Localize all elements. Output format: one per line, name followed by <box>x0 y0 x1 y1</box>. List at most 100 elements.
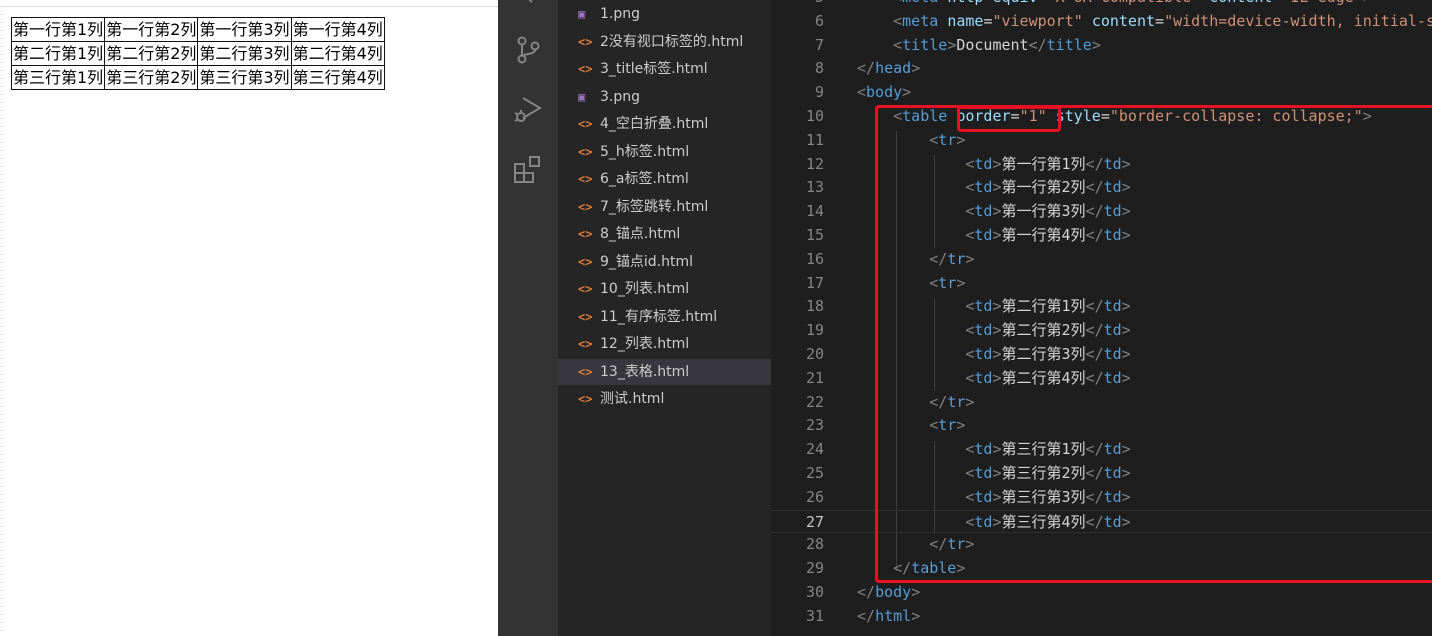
line-number: 18 <box>805 297 824 316</box>
line-number: 10 <box>805 107 824 125</box>
code-text: </head> <box>857 59 921 78</box>
run-debug-icon[interactable] <box>512 93 544 125</box>
image-file-icon: ▣ <box>578 7 586 21</box>
browser-preview: 第一行第1列 第一行第2列 第一行第3列 第一行第4列 第二行第1列 第二行第2… <box>0 0 498 636</box>
file-item[interactable]: <> 测试.html <box>558 386 771 412</box>
table-cell: 第一行第1列 <box>10 17 106 42</box>
preview-left-edge <box>0 6 3 636</box>
border-attr-highlight-box <box>957 106 1061 132</box>
file-name: 测试.html <box>600 391 665 407</box>
html-file-icon: <> <box>578 282 593 296</box>
file-name: 8_锚点.html <box>600 226 681 242</box>
file-name: 13_表格.html <box>600 363 690 380</box>
html-file-icon: <> <box>578 172 593 186</box>
line-number: 13 <box>805 178 824 197</box>
line-number: 20 <box>805 345 824 363</box>
file-item[interactable]: <> 10_列表.html <box>558 276 771 302</box>
html-file-icon: <> <box>578 62 593 76</box>
file-item[interactable]: <> 12_列表.html <box>558 331 771 357</box>
table-row: 第二行第1列 第二行第2列 第二行第3列 第二行第4列 <box>10 41 385 66</box>
line-number: 6 <box>814 11 824 30</box>
file-explorer: ▣ 1.png <> 2没有视口标签的.html <> 3_title标签.html ▣ 3.… <box>558 0 771 636</box>
file-item[interactable]: <> 3_title标签.html <box>558 56 771 82</box>
table-cell: 第一行第3列 <box>197 17 292 42</box>
file-name: 7_标签跳转.html <box>600 198 709 215</box>
line-number: 22 <box>805 392 824 411</box>
code-line[interactable]: 9 <body> <box>771 81 1432 105</box>
file-item[interactable]: <> 6_a标签.html <box>558 166 771 192</box>
line-number: 24 <box>805 440 824 459</box>
line-number: 23 <box>805 416 824 435</box>
file-item[interactable]: <> 11_有序标签.html <box>558 304 771 330</box>
code-line[interactable]: 5 <meta http-equiv="X-UA-Compatible" con… <box>771 0 1432 10</box>
code-line[interactable]: 30 </body> <box>771 581 1432 605</box>
file-item[interactable]: <> 13_表格.html <box>558 358 771 385</box>
file-item[interactable]: <> 9_锚点id.html <box>558 249 771 275</box>
line-number: 28 <box>805 535 824 554</box>
file-item[interactable]: <> 4_空白折叠.html <box>558 111 771 137</box>
file-name: 11_有序标签.html <box>600 308 718 325</box>
file-item[interactable]: <> 7_标签跳转.html <box>558 194 771 220</box>
html-file-icon: <> <box>578 34 593 49</box>
code-text: </body> <box>857 583 921 601</box>
file-name: 5_h标签.html <box>600 143 690 160</box>
table-cell: 第三行第3列 <box>197 65 292 90</box>
rendered-table: 第一行第1列 第一行第2列 第一行第3列 第一行第4列 第二行第1列 第二行第2… <box>10 17 385 90</box>
code-text: </html> <box>857 606 921 625</box>
code-editor[interactable]: 5 <meta http-equiv="X-UA-Compatible" con… <box>771 0 1432 636</box>
table-cell: 第三行第4列 <box>290 65 385 90</box>
code-line[interactable]: 31 </html> <box>771 605 1432 629</box>
code-text: <body> <box>857 83 912 102</box>
code-line[interactable]: 8 </head> <box>771 57 1432 81</box>
line-number: 26 <box>805 487 824 506</box>
extensions-icon[interactable] <box>512 154 544 186</box>
file-item[interactable]: <> 8_锚点.html <box>558 221 771 247</box>
source-control-icon[interactable] <box>512 34 544 66</box>
table-cell: 第三行第2列 <box>104 65 199 90</box>
chevron-icon[interactable] <box>512 0 544 20</box>
file-name: 3.png <box>600 88 641 105</box>
code-text: <meta name="viewport" content="width=dev… <box>893 11 1432 30</box>
line-number: 29 <box>805 559 824 578</box>
line-number: 9 <box>814 83 824 102</box>
line-number: 14 <box>805 202 824 221</box>
html-file-icon: <> <box>578 117 593 131</box>
html-file-icon: <> <box>578 337 593 351</box>
line-number: 25 <box>805 464 824 482</box>
file-item[interactable]: <> 5_h标签.html <box>558 139 771 165</box>
line-number: 16 <box>805 249 824 268</box>
table-cell: 第二行第4列 <box>290 41 385 66</box>
html-file-icon: <> <box>578 144 593 159</box>
file-item[interactable]: <> 2没有视口标签的.html <box>558 29 771 55</box>
file-name: 10_列表.html <box>600 281 690 297</box>
table-highlight-box <box>875 105 1432 583</box>
table-row: 第三行第1列 第三行第2列 第三行第3列 第三行第4列 <box>10 65 385 90</box>
line-number: 11 <box>805 130 824 149</box>
table-cell: 第一行第2列 <box>104 17 199 42</box>
table-cell: 第三行第1列 <box>10 65 106 90</box>
file-item[interactable]: ▣ 1.png <box>558 1 771 27</box>
table-cell: 第一行第4列 <box>290 17 385 42</box>
file-name: 3_title标签.html <box>600 61 708 77</box>
table-cell: 第二行第3列 <box>197 41 292 66</box>
activity-bar <box>498 0 558 636</box>
line-number: 7 <box>814 35 824 54</box>
file-name: 6_a标签.html <box>600 171 689 187</box>
code-text: <title>Document</title> <box>893 35 1101 54</box>
table-cell: 第二行第1列 <box>10 41 106 66</box>
line-number: 21 <box>805 368 824 387</box>
code-line[interactable]: 7 <title>Document</title> <box>771 34 1432 58</box>
line-number: 17 <box>805 273 824 292</box>
line-number: 30 <box>805 583 824 601</box>
preview-top-border <box>0 0 498 7</box>
html-file-icon: <> <box>578 364 593 379</box>
image-file-icon: ▣ <box>578 89 586 104</box>
line-number: 15 <box>805 226 824 244</box>
code-text: <meta http-equiv="X-UA-Compatible" conte… <box>857 0 1372 10</box>
table-row: 第一行第1列 第一行第2列 第一行第3列 第一行第4列 <box>10 17 385 42</box>
file-item[interactable]: ▣ 3.png <box>558 84 771 110</box>
code-line[interactable]: 6 <meta name="viewport" content="width=d… <box>771 10 1432 34</box>
file-name: 2没有视口标签的.html <box>600 33 744 50</box>
table-cell: 第二行第2列 <box>104 41 199 66</box>
html-file-icon: <> <box>578 254 593 269</box>
